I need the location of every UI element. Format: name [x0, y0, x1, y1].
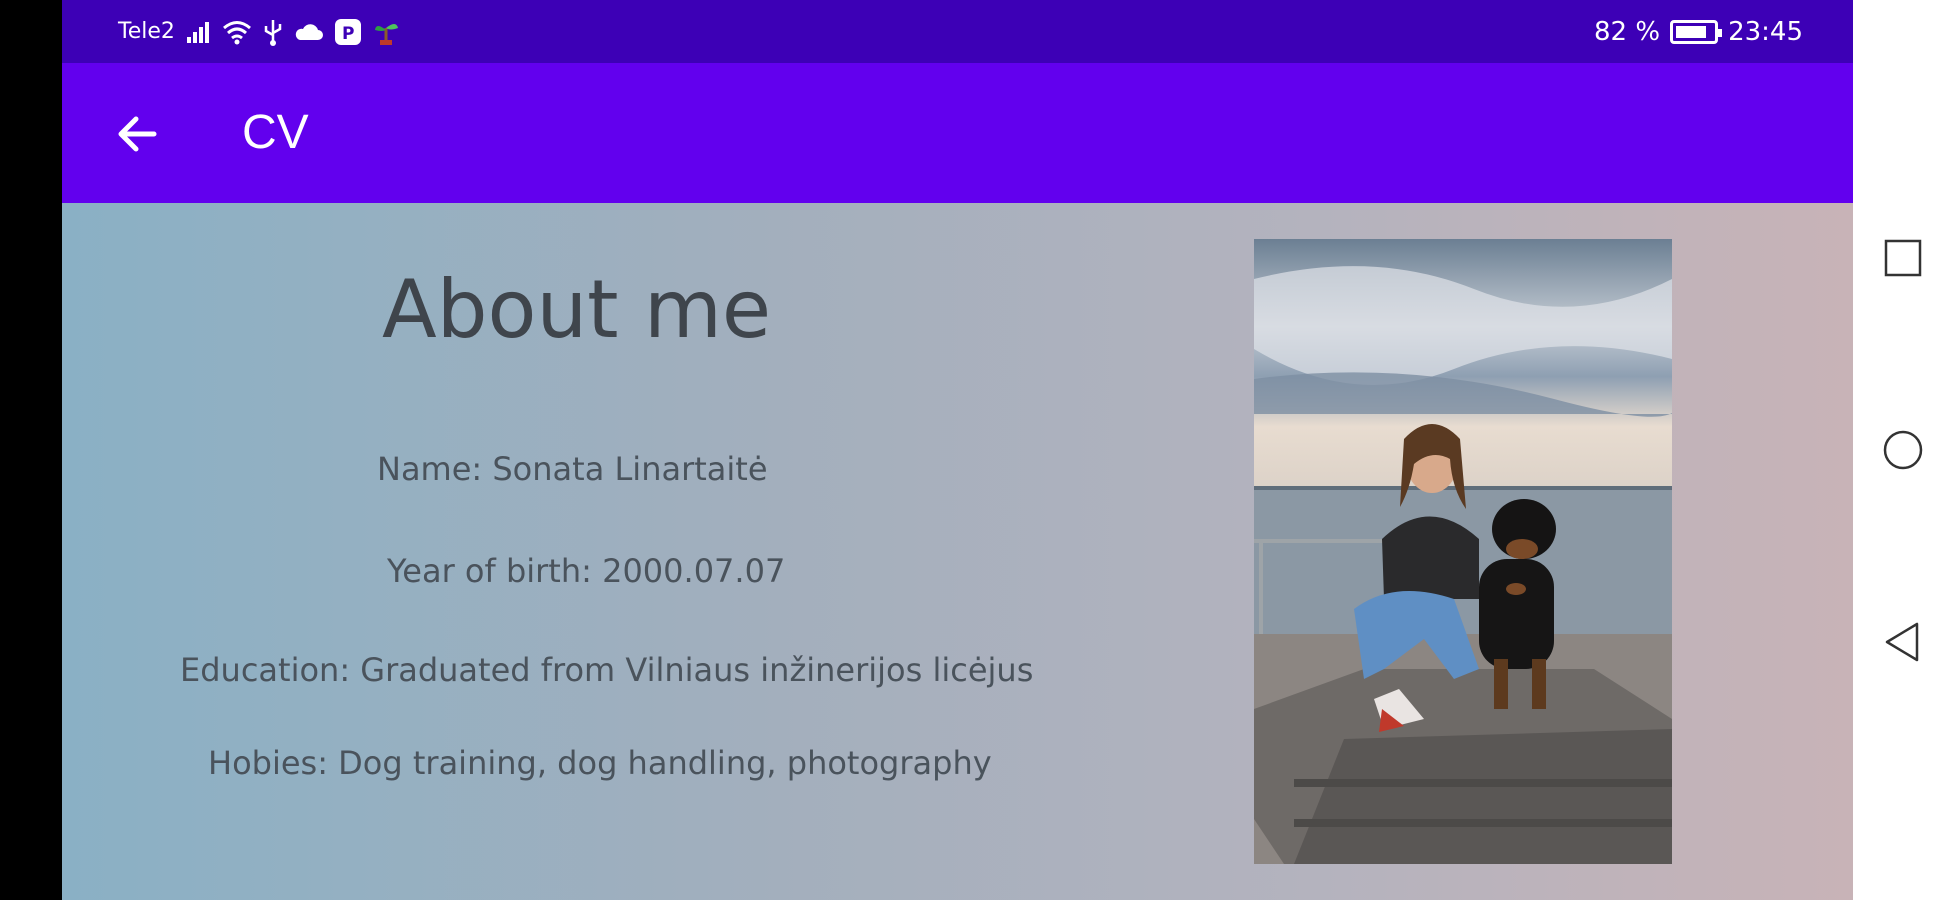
battery-level: [1676, 26, 1707, 38]
birth-year-text: Year of birth: 2000.07.07: [387, 552, 786, 590]
status-right: 82 % 23:45: [1594, 17, 1803, 47]
app-notification-icon: P: [335, 19, 361, 45]
battery-percent: 82 %: [1594, 17, 1661, 47]
clock: 23:45: [1728, 17, 1803, 47]
wifi-icon: [223, 21, 251, 45]
page-title: CV: [242, 106, 309, 159]
screen-edge: [0, 0, 62, 900]
education-text: Education: Graduated from Vilniaus inžin…: [180, 651, 1034, 689]
triangle-back-icon[interactable]: [1881, 620, 1925, 664]
plant-icon: [375, 24, 398, 45]
status-bar: Tele2 P 82 % 23:45: [62, 0, 1853, 63]
cv-content: About me Name: Sonata Linartaitė Year of…: [62, 203, 1853, 900]
app-bar: CV: [62, 63, 1853, 203]
arrow-back-icon[interactable]: [110, 107, 164, 161]
about-heading: About me: [382, 263, 772, 356]
hobbies-text: Hobies: Dog training, dog handling, phot…: [208, 744, 992, 782]
name-text: Name: Sonata Linartaitė: [377, 450, 768, 488]
battery-icon: [1670, 20, 1723, 44]
cloud-icon: [295, 24, 323, 40]
signal-icon: [187, 22, 209, 43]
usb-icon: [264, 20, 282, 46]
profile-photo: [1254, 239, 1672, 864]
carrier-label: Tele2: [118, 19, 175, 44]
square-icon[interactable]: [1881, 236, 1925, 280]
circle-icon[interactable]: [1881, 428, 1925, 472]
system-nav-bar: [1853, 0, 1953, 900]
svg-text:P: P: [342, 24, 354, 44]
status-icons: P: [186, 14, 400, 50]
